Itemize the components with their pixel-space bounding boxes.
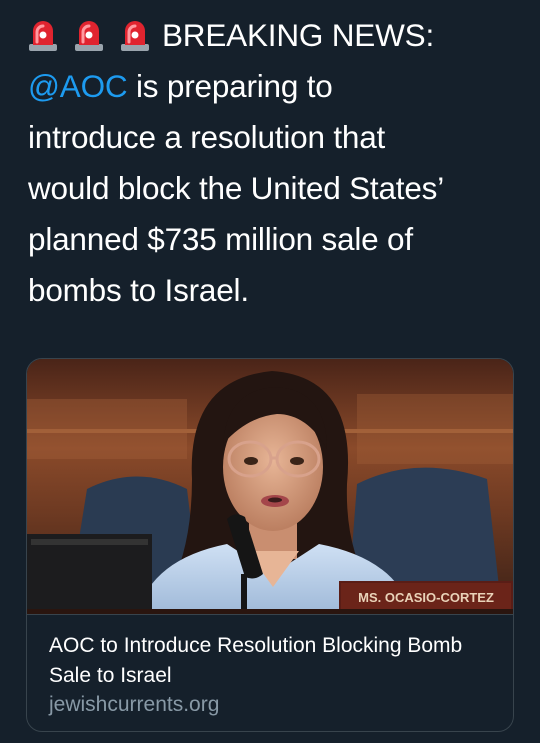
card-photo[interactable]: MS. OCASIO-CORTEZ <box>27 359 513 614</box>
tweet-line-4: planned $735 million sale of <box>28 221 413 257</box>
rotating-light-icon <box>29 20 57 51</box>
nameplate-text: MS. OCASIO-CORTEZ <box>358 590 494 605</box>
rotating-light-icon <box>75 20 103 51</box>
tweet-text: BREAKING NEWS: @AOC is preparing to intr… <box>28 10 528 316</box>
card-meta[interactable]: AOC to Introduce Resolution Blocking Bom… <box>27 614 513 731</box>
link-preview-card[interactable]: MS. OCASIO-CORTEZ AOC to Introduce Resol… <box>26 358 514 732</box>
tweet-line-1-text: is preparing to <box>127 68 333 104</box>
card-title[interactable]: AOC to Introduce Resolution Blocking Bom… <box>49 631 499 691</box>
headline-line: BREAKING NEWS: <box>28 10 528 61</box>
tweet-line-2: introduce a resolution that <box>28 119 386 155</box>
mention-link[interactable]: @AOC <box>28 68 128 104</box>
tweet-line-1: @AOC is preparing to <box>28 61 528 112</box>
headline-label: BREAKING NEWS: <box>162 17 434 53</box>
card-domain: jewishcurrents.org <box>49 693 220 716</box>
tweet-line-3: would block the United States’ <box>28 170 444 206</box>
rotating-light-icon <box>121 20 149 51</box>
tweet-line-5: bombs to Israel. <box>28 272 249 308</box>
